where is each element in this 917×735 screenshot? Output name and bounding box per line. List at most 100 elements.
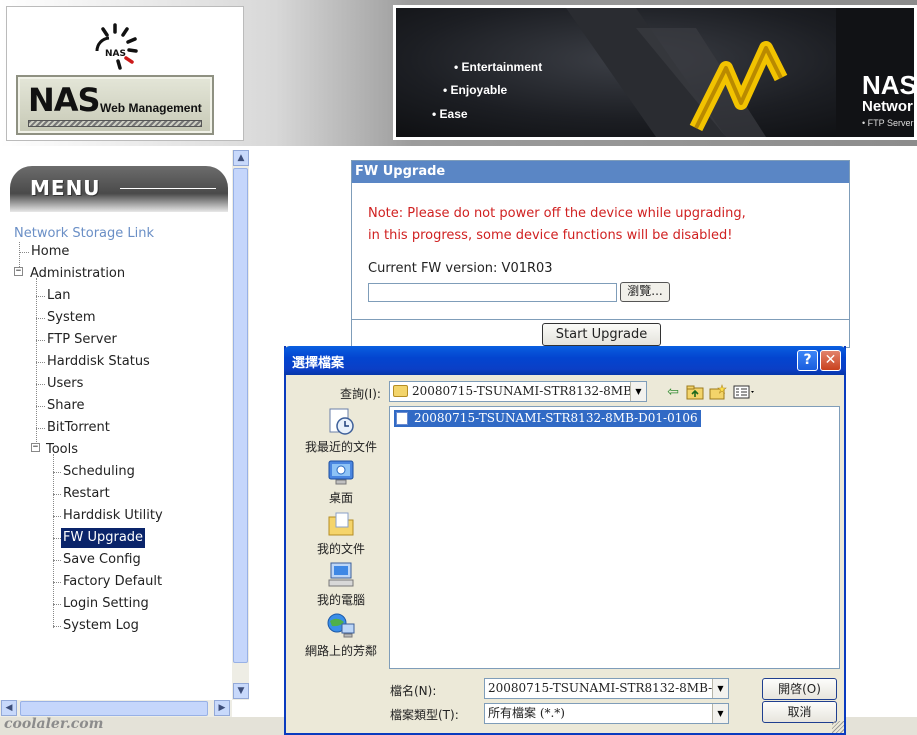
view-menu-icon[interactable] [733,384,757,400]
dialog-title: 選擇檔案 [292,356,345,371]
scroll-thumb[interactable] [233,168,248,663]
help-button[interactable]: ? [797,350,818,371]
close-button[interactable]: ✕ [820,350,841,371]
filetype-label: 檔案類型(T): [390,708,459,722]
place-label: 桌面 [328,491,353,505]
look-in-label: 查詢(I): [340,387,381,401]
tree-guide [36,362,45,363]
logo-box: NAS NAS Web Management [6,6,244,141]
tree-guide [53,626,61,627]
tree-guide [19,252,29,253]
nav-root-link[interactable]: Network Storage Link [14,226,154,241]
sidebar-item-harddisk-status[interactable]: Harddisk Status [45,352,152,372]
place-my-documents[interactable]: 我的文件 [296,506,386,557]
tree-guide [36,340,45,341]
sidebar-horizontal-scrollbar[interactable]: ◀ ▶ [0,700,232,717]
sidebar-item-factory-default[interactable]: Factory Default [61,572,164,592]
file-item[interactable]: 20080715-TSUNAMI-STR8132-8MB-D01-0106 [394,410,701,427]
sidebar-item-harddisk-utility[interactable]: Harddisk Utility [61,506,165,526]
tree-guide [36,318,45,319]
cancel-button[interactable]: 取消 [762,701,837,723]
place-label: 網路上的芳鄰 [304,644,377,658]
sidebar-vertical-scrollbar[interactable]: ▲ ▼ [232,150,249,700]
open-button[interactable]: 開啓(O) [762,678,837,700]
browse-button[interactable]: 瀏覽... [620,282,670,302]
divider [352,319,849,320]
place-label: 我的文件 [316,542,365,556]
scroll-down-icon[interactable]: ▼ [233,683,249,699]
chevron-down-icon[interactable]: ▼ [712,704,728,723]
sidebar-item-system[interactable]: System [45,308,97,328]
sidebar-item-users[interactable]: Users [45,374,85,394]
sidebar-item-fw-upgrade[interactable]: FW Upgrade [61,528,146,548]
panel-title: FW Upgrade [352,161,849,183]
banner-ftp: • FTP Server [862,118,914,128]
sidebar-item-administration[interactable]: Administration [28,264,127,284]
sidebar-item-tools[interactable]: Tools [44,440,80,460]
look-in-value: 20080715-TSUNAMI-STR8132-8MB-D01-0 [412,384,647,398]
logo-progress-bar [28,120,202,127]
filename-value: 20080715-TSUNAMI-STR8132-8MB-D01-010 [488,681,728,695]
file-list[interactable]: 20080715-TSUNAMI-STR8132-8MB-D01-0106 [389,406,840,669]
firmware-file-input[interactable] [368,283,617,302]
banner-line-3: • Ease [432,107,468,121]
place-recent[interactable]: 我最近的文件 [296,404,386,455]
place-desktop[interactable]: 桌面 [296,455,386,506]
menu-header: MENU [10,166,228,212]
sidebar-item-restart[interactable]: Restart [61,484,112,504]
folder-icon [393,385,408,397]
scroll-right-icon[interactable]: ▶ [214,700,230,716]
collapse-toggle-icon[interactable]: − [14,267,23,276]
scroll-left-icon[interactable]: ◀ [1,700,17,716]
banner-product: NAS [862,70,914,100]
file-item-name: 20080715-TSUNAMI-STR8132-8MB-D01-0106 [414,411,698,425]
scroll-thumb[interactable] [20,701,208,716]
sidebar-item-ftp-server[interactable]: FTP Server [45,330,119,350]
tree-guide [53,516,61,517]
tree-guide [36,278,37,452]
banner-line-1: • Entertainment [454,60,543,74]
dialog-titlebar[interactable]: 選擇檔案 ? ✕ [284,346,846,375]
sidebar-item-lan[interactable]: Lan [45,286,72,306]
tree-guide [53,472,61,473]
tree-guide [36,428,45,429]
svg-text:NAS: NAS [105,49,126,59]
sidebar-item-system-log[interactable]: System Log [61,616,141,636]
place-network[interactable]: 網路上的芳鄰 [296,608,386,659]
chevron-down-icon[interactable]: ▼ [630,382,646,401]
resize-grip-icon[interactable] [832,721,844,733]
sidebar-item-bittorrent[interactable]: BitTorrent [45,418,112,438]
tree-guide [36,384,45,385]
place-my-computer[interactable]: 我的電腦 [296,557,386,608]
sidebar-item-save-config[interactable]: Save Config [61,550,143,570]
new-folder-icon[interactable] [709,384,727,400]
scroll-up-icon[interactable]: ▲ [233,150,249,166]
chevron-down-icon[interactable]: ▼ [712,679,728,698]
up-folder-icon[interactable] [686,384,704,400]
sidebar-item-home[interactable]: Home [29,242,71,262]
desktop-icon [328,460,354,485]
place-label: 我最近的文件 [304,440,377,454]
network-places-icon [327,613,355,638]
banner-line-2: • Enjoyable [443,83,508,97]
sidebar-item-share[interactable]: Share [45,396,87,416]
back-icon[interactable]: ⇦ [665,384,681,400]
filename-input[interactable]: 20080715-TSUNAMI-STR8132-8MB-D01-010 ▼ [484,678,729,699]
file-open-dialog: 選擇檔案 ? ✕ 查詢(I): 20080715-TSUNAMI-STR8132… [284,346,846,735]
banner: • Entertainment • Enjoyable • Ease NAS N… [393,5,917,140]
sidebar-item-scheduling[interactable]: Scheduling [61,462,137,482]
filetype-dropdown[interactable]: 所有檔案 (*.*) ▼ [484,703,729,724]
menu-header-rule [120,188,216,189]
look-in-dropdown[interactable]: 20080715-TSUNAMI-STR8132-8MB-D01-0 ▼ [389,381,647,402]
banner-network: Networ [862,98,913,115]
watermark: coolaler.com [4,716,104,732]
start-upgrade-button[interactable]: Start Upgrade [542,323,661,346]
collapse-toggle-icon[interactable]: − [31,443,40,452]
banner-image: • Entertainment • Enjoyable • Ease NAS N… [396,8,914,137]
menu-title: MENU [30,176,101,200]
sidebar: MENU Network Storage Link Home − Adminis… [0,150,232,700]
recent-documents-icon [329,408,354,435]
sidebar-item-login-setting[interactable]: Login Setting [61,594,151,614]
fw-upgrade-panel: FW Upgrade Note: Please do not power off… [351,160,850,348]
header: NAS NAS Web Management • Entertainment •… [0,0,917,146]
